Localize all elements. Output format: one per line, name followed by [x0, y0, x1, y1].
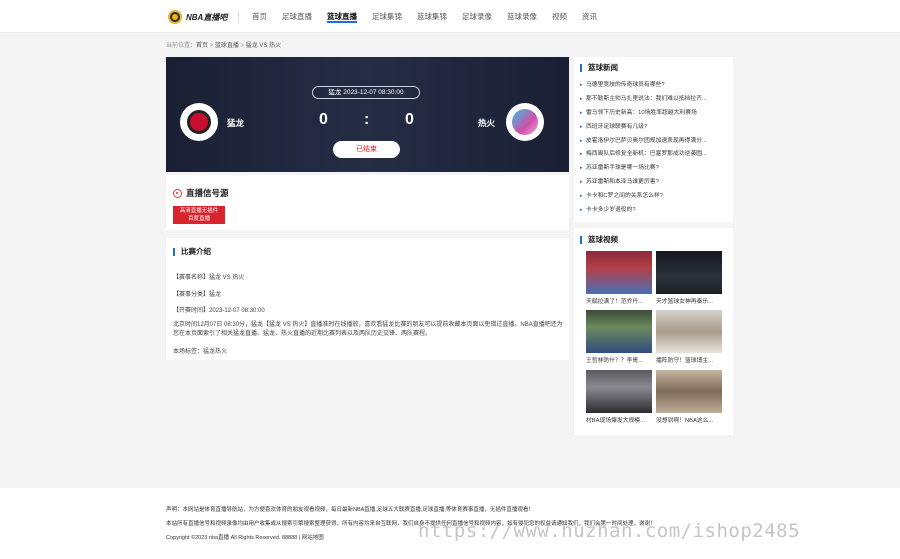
video-item[interactable]: 擂阵防守！篮球博主... — [656, 310, 722, 364]
nav-item-basketball-highlights[interactable]: 篮球集锦 — [417, 0, 447, 33]
match-banner: 猛龙 2023-12-07 08:30:00 猛龙 0 : 0 热火 已结束 — [166, 57, 569, 172]
heat-logo-icon — [512, 109, 538, 135]
news-item[interactable]: 苏亚雷斯手球是哪一场比赛? — [580, 162, 728, 176]
news-item[interactable]: 西班牙足球联赛有几级? — [580, 121, 728, 135]
news-item[interactable]: 雷马领下历史新高：10场胜率超越大利赛场 — [580, 107, 728, 121]
live-source-label: 直播信号源 — [186, 188, 229, 198]
news-item[interactable]: 卡卡和C罗之间的关系怎么样? — [580, 190, 728, 204]
video-caption[interactable]: 没想到啊！NBA这么... — [656, 415, 722, 424]
nav-item-football-replay[interactable]: 足球录像 — [462, 0, 492, 33]
video-item[interactable]: 没想到啊！NBA这么... — [656, 370, 722, 424]
nav-item-football-highlights[interactable]: 足球集锦 — [372, 0, 402, 33]
breadcrumb-sep: > — [238, 43, 246, 49]
video-caption[interactable]: 天赋拉满了！范乔丹... — [586, 296, 652, 305]
away-team-name: 热火 — [478, 118, 496, 128]
watermark: https://www.huzhan.com/ishop2485 — [418, 520, 801, 542]
match-time: 猛龙 2023-12-07 08:30:00 — [312, 86, 420, 99]
video-caption[interactable]: 王哲林防什？？李哥... — [586, 355, 652, 364]
breadcrumb-prefix: 当前位置： — [166, 43, 197, 49]
match-status-button[interactable]: 已结束 — [333, 141, 400, 158]
broadcast-icon — [173, 188, 182, 198]
away-score: 0 — [405, 111, 414, 128]
news-item[interactable]: 卡卡多少岁退役的? — [580, 204, 728, 218]
video-thumbnail[interactable] — [656, 370, 722, 413]
breadcrumb-sep: > — [208, 43, 215, 49]
video-item[interactable]: 天才篮球女神再奏乐... — [656, 251, 722, 305]
nav-item-football-live[interactable]: 足球直播 — [282, 0, 312, 33]
news-item[interactable]: 马德里竞技的传奇球员有哪些? — [580, 79, 728, 93]
match-intro-card: 比赛介绍 【赛事名称】猛龙 VS 热火 【赛事分类】猛龙 【开赛时间】2023-… — [166, 238, 569, 360]
video-caption[interactable]: 天才篮球女神再奏乐... — [656, 296, 722, 305]
nav-item-basketball-live[interactable]: 篮球直播 — [327, 0, 357, 33]
nav-item-home[interactable]: 首页 — [252, 0, 267, 33]
video-thumbnail[interactable] — [586, 370, 652, 413]
intro-paragraph: 北京时间12月07日 08:30分，猛龙【猛龙 VS 热火】直播准时在线播放，喜… — [173, 322, 563, 337]
away-team-logo — [506, 103, 544, 141]
news-item[interactable]: 皮霍洛伊尔巴萨贝奥尔团规加速表现再得满分... — [580, 135, 728, 149]
intro-name-line: 【赛事名称】猛龙 VS 热火 — [173, 275, 245, 281]
video-card: 篮球视频 天赋拉满了！范乔丹... 天才篮球女神再奏乐... 王哲林防什？？李哥… — [574, 228, 733, 435]
video-thumbnail[interactable] — [656, 251, 722, 294]
news-item[interactable]: 苏亚雷斯和本泽马谁更厉害? — [580, 176, 728, 190]
intro-category-line: 【赛事分类】猛龙 — [173, 292, 222, 298]
video-thumbnail[interactable] — [586, 310, 652, 353]
live-source-title: 直播信号源 — [173, 187, 229, 199]
news-card: 篮球新闻 马德里竞技的传奇球员有哪些? 那不勒斯主帅马扎里说法：我们难以抵挡拉齐… — [574, 57, 733, 222]
nav-item-video[interactable]: 视频 — [552, 0, 567, 33]
home-team-name: 猛龙 — [227, 118, 245, 128]
news-item[interactable]: 那不勒斯主帅马扎里说法：我们难以抵挡拉齐... — [580, 93, 728, 107]
site-logo[interactable]: NBA直播吧 — [168, 10, 227, 24]
live-source-card: 直播信号源 高清直播无插件 百度直播 — [166, 175, 569, 230]
breadcrumb-current: 猛龙 VS 热火 — [245, 43, 282, 49]
breadcrumb-category[interactable]: 篮球直播 — [215, 43, 239, 49]
video-item[interactable]: 王哲林防什？？李哥... — [586, 310, 652, 364]
news-list: 马德里竞技的传奇球员有哪些? 那不勒斯主帅马扎里说法：我们难以抵挡拉齐... 雷… — [580, 79, 728, 218]
main-nav: 首页 足球直播 篮球直播 足球集锦 篮球集锦 足球录像 篮球录像 视频 资讯 — [252, 0, 612, 33]
logo-text: NBA直播吧 — [186, 12, 228, 22]
breadcrumb-home[interactable]: 首页 — [196, 43, 208, 49]
nav-item-news[interactable]: 资讯 — [582, 0, 597, 33]
breadcrumb: 当前位置：首页 > 篮球直播 > 猛龙 VS 热火 — [166, 40, 281, 49]
video-thumbnail[interactable] — [586, 251, 652, 294]
intro-time-line: 【开赛时间】2023-12-07 08:30:00 — [173, 308, 265, 314]
intro-title: 比赛介绍 — [173, 248, 211, 256]
home-score: 0 — [319, 111, 328, 128]
video-item[interactable]: 天赋拉满了！范乔丹... — [586, 251, 652, 305]
basketball-icon — [168, 10, 182, 24]
video-item[interactable]: 村BA现场爆发大规模... — [586, 370, 652, 424]
video-thumbnail[interactable] — [656, 310, 722, 353]
live-source-button-line2: 百度直播 — [187, 216, 210, 222]
nav-item-basketball-replay[interactable]: 篮球录像 — [507, 0, 537, 33]
footer-disclaimer: 声明：本网站是体育直播导航站，为方便喜欢体育的朋友观看视频，每日最新NBA直播,… — [166, 507, 534, 513]
top-header: NBA直播吧 首页 足球直播 篮球直播 足球集锦 篮球集锦 足球录像 篮球录像 … — [0, 0, 900, 33]
intro-tags: 本场标签：猛龙热火 — [173, 349, 228, 355]
live-source-button[interactable]: 高清直播无插件 百度直播 — [173, 206, 225, 224]
score-separator: : — [364, 111, 370, 128]
news-item[interactable]: 梅西离队后修复全新机：巴塞罗那成功逆袭圆... — [580, 148, 728, 162]
news-title: 篮球新闻 — [580, 64, 618, 72]
raptors-logo-icon — [187, 110, 211, 134]
video-caption[interactable]: 村BA现场爆发大规模... — [586, 415, 652, 424]
header-divider — [238, 11, 239, 23]
live-source-button-line1: 高清直播无插件 — [179, 208, 219, 214]
home-team-logo — [180, 103, 218, 141]
video-title: 篮球视频 — [580, 236, 618, 244]
video-caption[interactable]: 擂阵防守！篮球博主... — [656, 355, 722, 364]
footer-copyright: Copyright ©2023 nba直播 All Rights Reserve… — [166, 535, 324, 541]
